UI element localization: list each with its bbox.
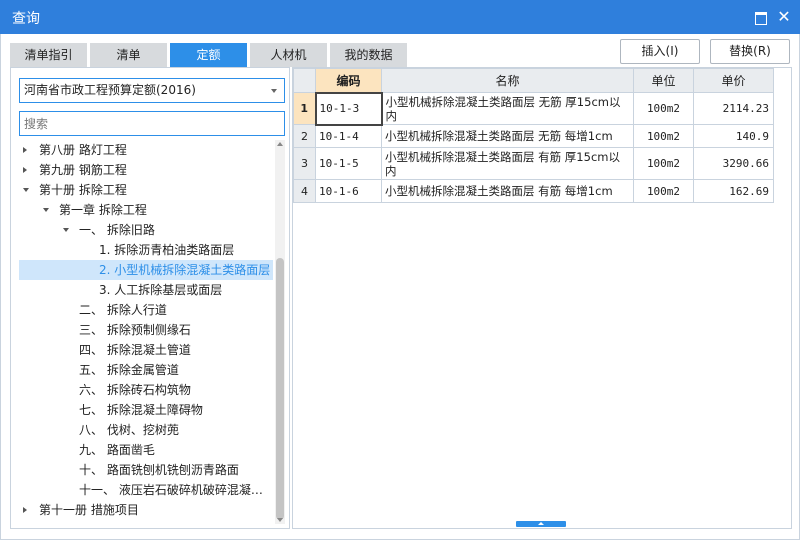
quota-table: 编码 名称 单位 单价 1 10-1-3 小型机械拆除混凝土类路面层 无筋 厚1…	[293, 68, 774, 203]
tab-bill[interactable]: 清单	[90, 43, 167, 67]
tree-node[interactable]: 六、 拆除砖石构筑物	[19, 380, 273, 400]
column-header-price[interactable]: 单价	[693, 68, 774, 93]
scroll-up-icon[interactable]	[277, 142, 283, 146]
row-number: 3	[293, 147, 316, 180]
tree-node-label: 一、 拆除旧路	[79, 223, 155, 237]
column-header-code[interactable]: 编码	[315, 68, 382, 93]
tree-node[interactable]: 十一、 液压岩石破碎机破碎混凝土、钢筋混凝土	[19, 480, 273, 500]
tree-node[interactable]: 七、 拆除混凝土障碍物	[19, 400, 273, 420]
tree-scrollbar[interactable]	[275, 140, 285, 524]
tree-node-label: 第九册 钢筋工程	[39, 163, 127, 177]
scroll-down-icon[interactable]	[277, 518, 283, 522]
column-header-unit[interactable]: 单位	[633, 68, 694, 93]
quota-grid-panel: 编码 名称 单位 单价 1 10-1-3 小型机械拆除混凝土类路面层 无筋 厚1…	[292, 67, 792, 529]
cell-price[interactable]: 162.69	[693, 179, 774, 203]
tree-node-label: 二、 拆除人行道	[79, 303, 167, 317]
cell-name[interactable]: 小型机械拆除混凝土类路面层 有筋 厚15cm以内	[381, 147, 634, 180]
tab-my-data[interactable]: 我的数据	[330, 43, 407, 67]
expanded-arrow-icon[interactable]	[63, 228, 69, 232]
maximize-icon[interactable]	[752, 9, 768, 25]
tree-node[interactable]: 十、 路面铣刨机铣刨沥青路面	[19, 460, 273, 480]
tab-bill-guide[interactable]: 清单指引	[10, 43, 87, 67]
tab-quota[interactable]: 定额	[170, 43, 247, 67]
tree-node[interactable]: 第一章 拆除工程	[19, 200, 273, 220]
replace-button[interactable]: 替换(R)	[710, 39, 790, 64]
tree-node[interactable]: 第十一册 措施项目	[19, 500, 273, 520]
tree-node[interactable]: 一、 拆除旧路	[19, 220, 273, 240]
cell-unit[interactable]: 100m2	[633, 179, 694, 203]
row-number: 4	[293, 179, 316, 203]
tree-node-label: 八、 伐树、挖树蔸	[79, 423, 179, 437]
cell-code[interactable]: 10-1-5	[315, 147, 382, 180]
window-title: 查询	[12, 11, 40, 27]
tree-node-label: 第一章 拆除工程	[59, 203, 147, 217]
tree-node-label: 1. 拆除沥青柏油类路面层	[99, 243, 235, 257]
tree-node-label: 七、 拆除混凝土障碍物	[79, 403, 203, 417]
tree-node[interactable]: 八、 伐树、挖树蔸	[19, 420, 273, 440]
tree-node[interactable]: 三、 拆除预制侧缘石	[19, 320, 273, 340]
insert-button[interactable]: 插入(I)	[620, 39, 700, 64]
collapsed-arrow-icon[interactable]	[23, 167, 27, 173]
column-header-name[interactable]: 名称	[381, 68, 634, 93]
title-bar: 查询 ✕	[0, 0, 800, 34]
tree-node[interactable]: 二、 拆除人行道	[19, 300, 273, 320]
cell-price[interactable]: 140.9	[693, 124, 774, 148]
tree-node-label: 五、 拆除金属管道	[79, 363, 179, 377]
chevron-down-icon	[271, 89, 277, 93]
tree-node[interactable]: 1. 拆除沥青柏油类路面层	[19, 240, 273, 260]
cell-unit[interactable]: 100m2	[633, 147, 694, 180]
row-number-header	[293, 68, 316, 93]
tree-node-label: 四、 拆除混凝土管道	[79, 343, 191, 357]
tree-node-label: 第八册 路灯工程	[39, 143, 127, 157]
tree-node-label: 九、 路面凿毛	[79, 443, 155, 457]
tree-node-label: 三、 拆除预制侧缘石	[79, 323, 191, 337]
cell-name[interactable]: 小型机械拆除混凝土类路面层 无筋 厚15cm以内	[381, 92, 634, 125]
cell-name[interactable]: 小型机械拆除混凝土类路面层 有筋 每增1cm	[381, 179, 634, 203]
tree-node-label: 2. 小型机械拆除混凝土类路面层	[99, 263, 271, 277]
left-panel: 河南省市政工程预算定额(2016) 第八册 路灯工程第九册 钢筋工程第十册 拆除…	[10, 67, 290, 529]
tree-node-label: 第十一册 措施项目	[39, 503, 139, 517]
cell-price[interactable]: 2114.23	[693, 92, 774, 125]
cell-code[interactable]: 10-1-6	[315, 179, 382, 203]
panel-splitter-handle[interactable]	[516, 521, 566, 527]
tree-node-label: 3. 人工拆除基层或面层	[99, 283, 223, 297]
cell-price[interactable]: 3290.66	[693, 147, 774, 180]
tree-node[interactable]: 第八册 路灯工程	[19, 140, 273, 160]
tree-node[interactable]: 第十册 拆除工程	[19, 180, 273, 200]
table-header-row: 编码 名称 单位 单价	[293, 68, 774, 93]
table-row[interactable]: 2 10-1-4 小型机械拆除混凝土类路面层 无筋 每增1cm 100m2 14…	[293, 124, 774, 148]
tree-node[interactable]: 3. 人工拆除基层或面层	[19, 280, 273, 300]
expanded-arrow-icon[interactable]	[43, 208, 49, 212]
table-row[interactable]: 1 10-1-3 小型机械拆除混凝土类路面层 无筋 厚15cm以内 100m2 …	[293, 91, 774, 126]
tree-node[interactable]: 2. 小型机械拆除混凝土类路面层	[19, 260, 273, 280]
tree-node[interactable]: 五、 拆除金属管道	[19, 360, 273, 380]
chapter-tree: 第八册 路灯工程 第九册 钢筋工程 第十册 拆除工程第一章 拆除工程一、 拆除旧路 1…	[19, 140, 273, 524]
cell-code[interactable]: 10-1-3	[314, 91, 383, 126]
tree-node-label: 十一、 液压岩石破碎机破碎混凝土、钢筋混凝土	[79, 483, 271, 497]
tree-node-label: 十、 路面铣刨机铣刨沥青路面	[79, 463, 239, 477]
collapsed-arrow-icon[interactable]	[23, 507, 27, 513]
close-icon[interactable]: ✕	[776, 9, 792, 25]
expanded-arrow-icon[interactable]	[23, 188, 29, 192]
tree-node[interactable]: 九、 路面凿毛	[19, 440, 273, 460]
cell-name[interactable]: 小型机械拆除混凝土类路面层 无筋 每增1cm	[381, 124, 634, 148]
tree-node-label: 第十册 拆除工程	[39, 183, 127, 197]
row-number: 2	[293, 124, 316, 148]
search-input[interactable]	[19, 111, 285, 136]
cell-unit[interactable]: 100m2	[633, 92, 694, 125]
library-select-value: 河南省市政工程预算定额(2016)	[24, 83, 196, 97]
tree-node[interactable]: 第九册 钢筋工程	[19, 160, 273, 180]
cell-code[interactable]: 10-1-4	[315, 124, 382, 148]
row-number: 1	[293, 92, 316, 125]
tree-node-label: 六、 拆除砖石构筑物	[79, 383, 191, 397]
table-row[interactable]: 3 10-1-5 小型机械拆除混凝土类路面层 有筋 厚15cm以内 100m2 …	[293, 147, 774, 180]
cell-unit[interactable]: 100m2	[633, 124, 694, 148]
tab-labor-material-machine[interactable]: 人材机	[250, 43, 327, 67]
library-select[interactable]: 河南省市政工程预算定额(2016)	[19, 78, 285, 103]
scrollbar-thumb[interactable]	[276, 258, 284, 520]
collapsed-arrow-icon[interactable]	[23, 147, 27, 153]
table-row[interactable]: 4 10-1-6 小型机械拆除混凝土类路面层 有筋 每增1cm 100m2 16…	[293, 179, 774, 203]
tree-node[interactable]: 四、 拆除混凝土管道	[19, 340, 273, 360]
